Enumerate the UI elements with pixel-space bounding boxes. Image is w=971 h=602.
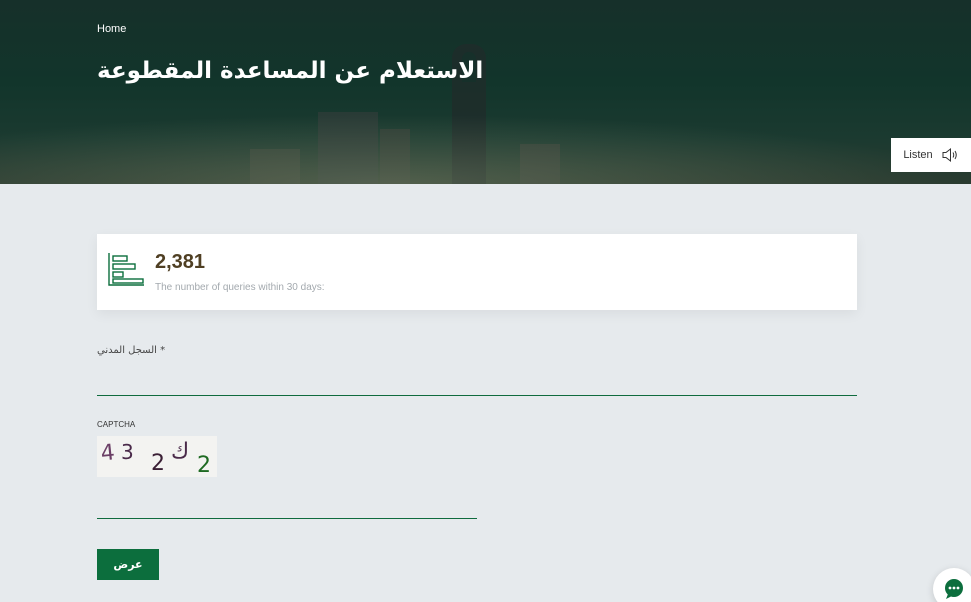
chat-button[interactable]: [933, 568, 971, 602]
svg-text:3: 3: [121, 440, 134, 464]
page-title: الاستعلام عن المساعدة المقطوعة: [97, 58, 484, 84]
civil-registry-label: * السجل المدني: [97, 345, 166, 356]
captcha-label: CAPTCHA: [97, 420, 136, 429]
breadcrumb-home[interactable]: Home: [97, 23, 126, 35]
queries-count: 2,381: [155, 251, 206, 273]
svg-text:4: 4: [99, 440, 116, 466]
city-lights: [0, 114, 971, 184]
listen-label: Listen: [903, 149, 933, 161]
queries-stat-card: 2,381 The number of queries within 30 da…: [97, 234, 857, 310]
svg-text:2: 2: [197, 453, 211, 477]
bar-chart-icon: [108, 253, 144, 286]
hero-banner: Home الاستعلام عن المساعدة المقطوعة: [0, 0, 971, 184]
captcha-input[interactable]: [97, 488, 477, 519]
queries-label: The number of queries within 30 days:: [155, 282, 325, 293]
chat-bubble-icon: [945, 579, 963, 599]
captcha-image: 4 3 2 ك 2: [97, 436, 217, 477]
listen-button[interactable]: Listen: [891, 138, 971, 172]
svg-text:2: 2: [151, 451, 165, 476]
civil-registry-input[interactable]: [97, 362, 857, 396]
svg-text:ك: ك: [171, 439, 189, 464]
submit-button[interactable]: عرض: [97, 549, 159, 580]
speaker-icon: [942, 147, 957, 163]
